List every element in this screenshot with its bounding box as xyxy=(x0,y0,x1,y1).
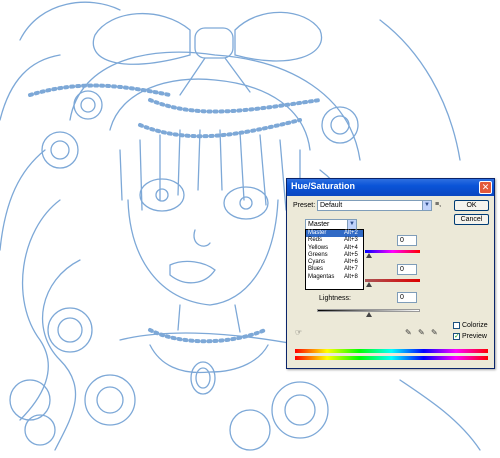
hand-icon[interactable]: ☞ xyxy=(295,329,302,337)
menu-item-yellows[interactable]: Yellows Alt+4 xyxy=(306,245,363,252)
dialog-title: Hue/Saturation xyxy=(291,181,356,191)
output-spectrum-bar xyxy=(295,356,488,360)
preset-value: Default xyxy=(320,202,343,209)
menu-item-master[interactable]: Master Alt+2 xyxy=(306,230,363,238)
chevron-down-icon: ▼ xyxy=(347,220,356,229)
menu-item-cyans[interactable]: Cyans Alt+6 xyxy=(306,259,363,266)
eyedropper-icon[interactable]: ✎ xyxy=(405,329,412,337)
menu-item-reds[interactable]: Reds Alt+3 xyxy=(306,237,363,244)
preset-options-icon[interactable]: ≡, xyxy=(435,201,441,208)
hue-input[interactable]: 0 xyxy=(397,235,417,246)
menu-item-blues[interactable]: Blues Alt+7 xyxy=(306,266,363,273)
colorize-label: Colorize xyxy=(462,322,488,329)
preview-label: Preview xyxy=(462,333,487,340)
close-button[interactable]: ✕ xyxy=(479,181,492,194)
lightness-slider-thumb[interactable] xyxy=(366,312,372,317)
ok-button[interactable]: OK xyxy=(454,200,489,211)
input-spectrum-bar xyxy=(295,349,488,353)
eyedropper-minus-icon[interactable]: ✎ xyxy=(431,329,438,337)
saturation-slider-thumb[interactable] xyxy=(366,282,372,287)
hue-saturation-dialog: Hue/Saturation ✕ Preset: Default ▼ ≡, OK… xyxy=(286,178,495,369)
hue-slider-track[interactable] xyxy=(365,250,420,253)
eyedropper-plus-icon[interactable]: ✎ xyxy=(418,329,425,337)
colorize-checkbox[interactable] xyxy=(453,322,460,329)
menu-item-magentas[interactable]: Magentas Alt+8 xyxy=(306,274,363,281)
lightness-input[interactable]: 0 xyxy=(397,292,417,303)
saturation-input[interactable]: 0 xyxy=(397,264,417,275)
menu-item-greens[interactable]: Greens Alt+5 xyxy=(306,252,363,259)
preset-select[interactable]: Default ▼ xyxy=(317,200,432,211)
preview-checkbox[interactable]: ✓ xyxy=(453,333,460,340)
channel-value: Master xyxy=(308,221,330,228)
hue-slider-thumb[interactable] xyxy=(366,253,372,258)
cancel-button[interactable]: Cancel xyxy=(454,214,489,225)
chevron-down-icon: ▼ xyxy=(422,201,431,210)
preset-label: Preset: xyxy=(293,202,316,209)
lightness-label: Lightness: xyxy=(319,295,351,302)
channel-menu: Master Alt+2 Reds Alt+3 Yellows Alt+4 Green… xyxy=(305,229,364,290)
title-bar[interactable]: Hue/Saturation ✕ xyxy=(287,179,494,196)
saturation-slider-track[interactable] xyxy=(365,279,420,282)
